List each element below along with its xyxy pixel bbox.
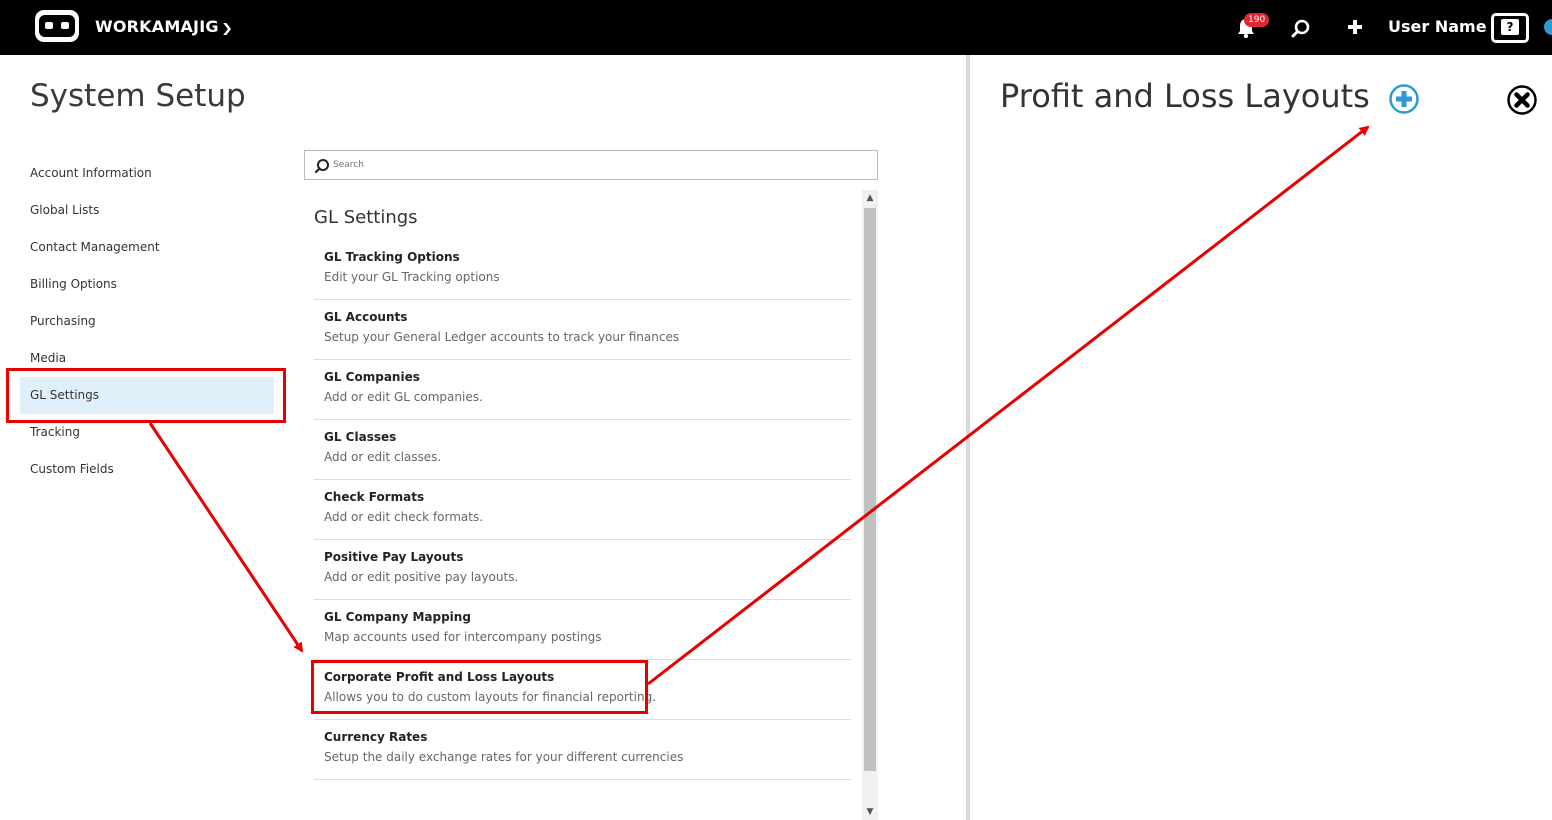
brand-label: WORKAMAJIG xyxy=(95,17,219,36)
profit-loss-layouts-panel: Profit and Loss Layouts xyxy=(966,55,1552,820)
plus-icon[interactable] xyxy=(1346,18,1364,36)
settings-list: GL Settings GL Tracking Options Edit you… xyxy=(304,190,878,820)
list-item-desc: Setup your General Ledger accounts to tr… xyxy=(324,330,680,344)
list-item-title: GL Tracking Options xyxy=(324,250,460,264)
list-item-desc: Add or edit classes. xyxy=(324,450,442,464)
sidebar-item-global-lists[interactable]: Global Lists xyxy=(20,192,274,229)
list-item-gl-companies[interactable]: GL Companies Add or edit GL companies. xyxy=(314,360,851,420)
annotation-highlight-gl-settings xyxy=(6,368,286,423)
section-title: GL Settings xyxy=(314,207,418,228)
sidebar-item-billing-options[interactable]: Billing Options xyxy=(20,266,274,303)
top-bar: WORKAMAJIG ❯ 190 User Name ? xyxy=(0,0,1552,55)
annotation-highlight-corporate-pl xyxy=(311,660,648,714)
list-item-check-formats[interactable]: Check Formats Add or edit check formats. xyxy=(314,480,851,540)
page-title: System Setup xyxy=(30,78,246,114)
list-item-title: GL Companies xyxy=(324,370,420,384)
search-box xyxy=(304,150,878,180)
panel-title: Profit and Loss Layouts xyxy=(1000,77,1370,115)
list-item-desc: Map accounts used for intercompany posti… xyxy=(324,630,602,644)
list-item-gl-classes[interactable]: GL Classes Add or edit classes. xyxy=(314,420,851,480)
search-icon xyxy=(314,159,329,174)
list-item-title: GL Company Mapping xyxy=(324,610,471,624)
list-item-gl-company-mapping[interactable]: GL Company Mapping Map accounts used for… xyxy=(314,600,851,660)
user-name[interactable]: User Name xyxy=(1388,17,1487,36)
sidebar-item-account-information[interactable]: Account Information xyxy=(20,155,274,192)
help-icon[interactable]: ? xyxy=(1491,13,1529,43)
list-item-currency-rates[interactable]: Currency Rates Setup the daily exchange … xyxy=(314,720,851,780)
list-item-desc: Add or edit check formats. xyxy=(324,510,484,524)
search-input[interactable] xyxy=(333,156,863,174)
list-item-title: Check Formats xyxy=(324,490,425,504)
close-icon[interactable] xyxy=(1506,84,1538,116)
list-item-title: Currency Rates xyxy=(324,730,428,744)
list-item-title: GL Classes xyxy=(324,430,397,444)
list-item-desc: Add or edit positive pay layouts. xyxy=(324,570,519,584)
list-item-positive-pay-layouts[interactable]: Positive Pay Layouts Add or edit positiv… xyxy=(314,540,851,600)
scrollbar[interactable]: ▲ ▼ xyxy=(862,190,878,820)
add-layout-icon[interactable] xyxy=(1388,83,1420,115)
sidebar: Account Information Global Lists Contact… xyxy=(20,155,274,488)
scroll-up-icon[interactable]: ▲ xyxy=(862,190,878,206)
search-icon[interactable] xyxy=(1291,18,1311,38)
logo-icon[interactable] xyxy=(35,10,79,42)
list-item-desc: Setup the daily exchange rates for your … xyxy=(324,750,684,764)
sidebar-item-contact-management[interactable]: Contact Management xyxy=(20,229,274,266)
list-item-desc: Edit your GL Tracking options xyxy=(324,270,500,284)
sidebar-item-purchasing[interactable]: Purchasing xyxy=(20,303,274,340)
list-item-title: Positive Pay Layouts xyxy=(324,550,464,564)
list-item-desc: Add or edit GL companies. xyxy=(324,390,483,404)
list-item-title: GL Accounts xyxy=(324,310,408,324)
notification-badge: 190 xyxy=(1244,13,1270,27)
list-item-gl-tracking-options[interactable]: GL Tracking Options Edit your GL Trackin… xyxy=(314,240,851,300)
list-item-gl-accounts[interactable]: GL Accounts Setup your General Ledger ac… xyxy=(314,300,851,360)
chevron-down-icon: ❯ xyxy=(220,21,233,35)
brand-menu[interactable]: WORKAMAJIG ❯ xyxy=(95,17,233,36)
status-dot xyxy=(1544,19,1552,35)
scrollbar-thumb[interactable] xyxy=(864,208,876,771)
help-label: ? xyxy=(1501,19,1519,35)
sidebar-item-custom-fields[interactable]: Custom Fields xyxy=(20,451,274,488)
scroll-down-icon[interactable]: ▼ xyxy=(862,804,878,820)
